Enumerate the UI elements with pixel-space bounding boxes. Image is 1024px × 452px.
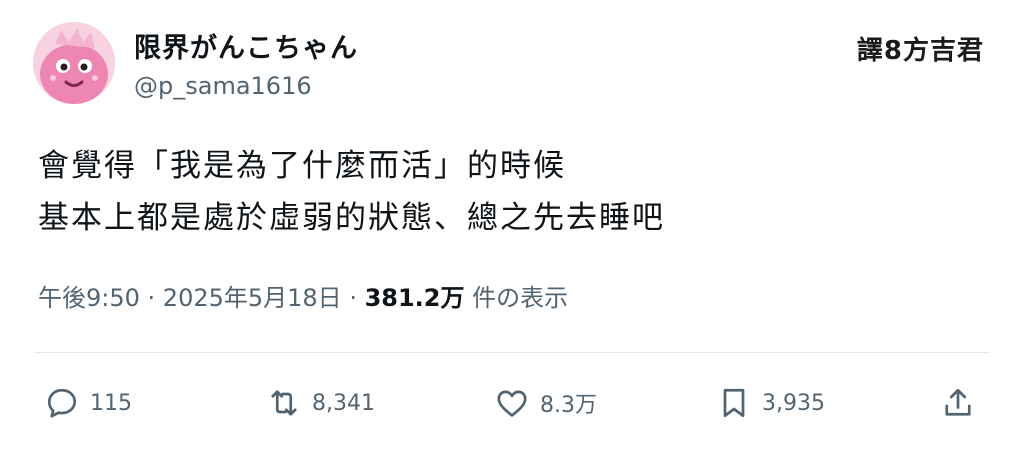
post-line: 會覺得「我是為了什麼而活」的時候	[38, 148, 566, 184]
share-icon	[945, 388, 971, 416]
avatar[interactable]	[33, 22, 115, 104]
post-text: 會覺得「我是為了什麼而活」的時候 基本上都是處於虛弱的狀態、總之先去睡吧	[38, 140, 665, 244]
meta-separator: ·	[139, 284, 163, 312]
views-count[interactable]: 381.2万	[365, 284, 465, 312]
post-date[interactable]: 2025年5月18日	[163, 284, 342, 312]
heart-icon	[497, 390, 527, 417]
bookmark-icon	[723, 388, 745, 418]
avatar-image	[33, 22, 115, 104]
post-time[interactable]: 午後9:50	[38, 284, 140, 312]
user-handle[interactable]: @p_sama1616	[134, 72, 312, 100]
bookmark-count: 3,935	[762, 390, 825, 416]
views-label: 件の表示	[464, 284, 569, 312]
post-line: 基本上都是處於虛弱的狀態、總之先去睡吧	[38, 200, 665, 236]
bookmark-button[interactable]: 3,935	[716, 378, 825, 428]
reply-icon	[47, 388, 77, 418]
display-name[interactable]: 限界がんこちゃん	[134, 26, 358, 65]
reply-button[interactable]: 115	[44, 378, 132, 428]
post-meta: 午後9:50 · 2025年5月18日 · 381.2万 件の表示	[38, 278, 568, 313]
meta-separator: ·	[341, 284, 365, 312]
watermark: 譯8方吉君	[856, 36, 984, 66]
like-count: 8.3万	[540, 393, 597, 418]
like-button[interactable]: 8.3万	[494, 378, 597, 428]
repost-button[interactable]: 8,341	[266, 378, 375, 428]
reply-count: 115	[90, 390, 132, 416]
divider	[34, 352, 990, 353]
repost-count: 8,341	[312, 390, 375, 416]
action-bar: 115 8,341 8.3万 3,935	[0, 378, 1024, 428]
repost-icon	[271, 390, 297, 416]
share-button[interactable]	[940, 378, 976, 428]
